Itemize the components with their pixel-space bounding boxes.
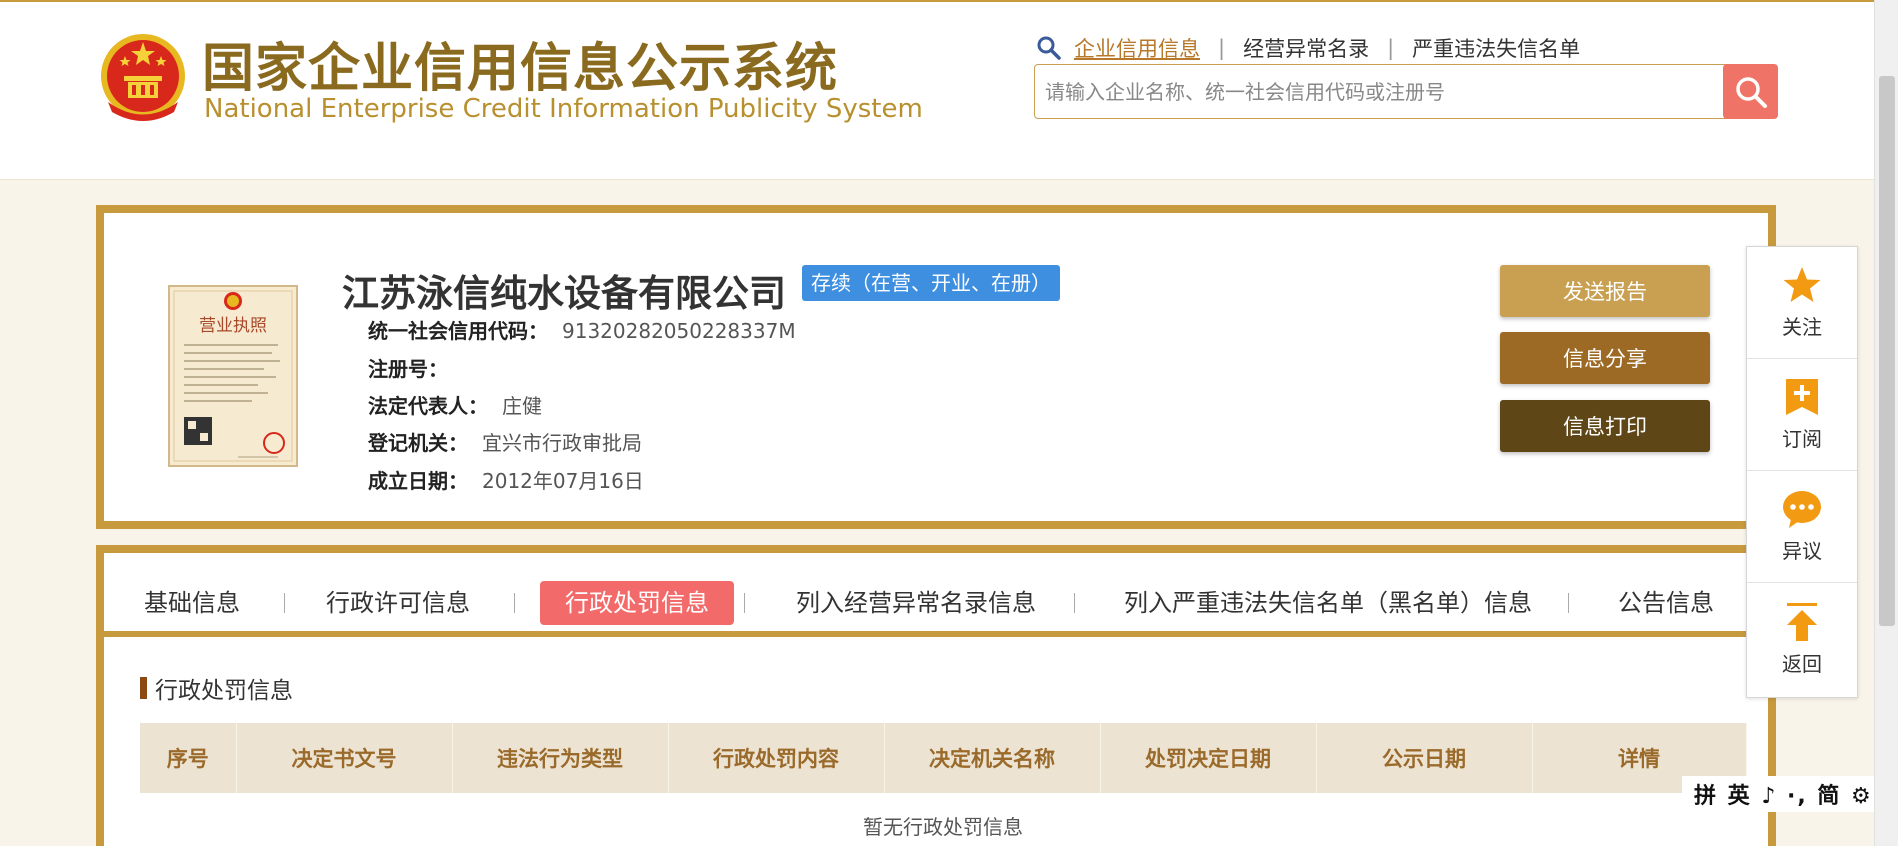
status-badge: 存续（在营、开业、在册） — [802, 265, 1060, 301]
side-item-label: 订阅 — [1782, 427, 1822, 451]
empty-table-message: 暂无行政处罚信息 — [140, 793, 1746, 846]
info-row-reg-no: 注册号： — [368, 353, 462, 382]
tab-announcements[interactable]: 公告信息 — [1618, 581, 1714, 625]
penalty-table: 序号 决定书文号 违法行为类型 行政处罚内容 决定机关名称 处罚决定日期 公示日… — [140, 723, 1747, 846]
floating-side-panel: 关注 订阅 异议 返回 — [1746, 246, 1858, 698]
ime-toolbar[interactable]: 拼 英 ♪ ·, 简 ⚙ ㄅ — [1682, 776, 1874, 812]
info-value: 2012年07月16日 — [482, 469, 644, 493]
follow-button[interactable]: 关注 — [1747, 247, 1857, 359]
search-input[interactable] — [1045, 75, 1685, 108]
print-info-button[interactable]: 信息打印 — [1500, 400, 1710, 452]
site-title-cn: 国家企业信用信息公示系统 — [202, 39, 839, 99]
detail-tabs-card: 基础信息 行政许可信息 行政处罚信息 列入经营异常名录信息 列入严重违法失信名单… — [96, 545, 1776, 846]
business-license-image[interactable]: 营业执照 — [168, 285, 298, 467]
info-label: 统一社会信用代码： — [368, 319, 548, 343]
column-header: 公示日期 — [1316, 723, 1533, 793]
top-nav: 企业信用信息 | 经营异常名录 | 严重违法失信名单 — [1036, 34, 1580, 62]
magnifier-icon — [1036, 35, 1062, 61]
tab-bar: 基础信息 行政许可信息 行政处罚信息 列入经营异常名录信息 列入严重违法失信名单… — [104, 553, 1768, 637]
back-to-top-button[interactable]: 返回 — [1747, 583, 1857, 695]
section-title-text: 行政处罚信息 — [155, 678, 293, 704]
send-report-button[interactable]: 发送报告 — [1500, 265, 1710, 317]
info-label: 法定代表人： — [368, 394, 488, 418]
tab-divider — [744, 593, 745, 613]
site-title-en: National Enterprise Credit Information P… — [204, 94, 923, 124]
column-header: 行政处罚内容 — [668, 723, 885, 793]
tab-divider — [284, 593, 285, 613]
search-box — [1034, 64, 1778, 119]
info-value: 91320282050228337M — [562, 319, 796, 343]
tab-admin-penalty[interactable]: 行政处罚信息 — [540, 581, 734, 625]
column-header: 决定书文号 — [236, 723, 453, 793]
chat-bubble-icon — [1783, 491, 1821, 528]
back-to-top-icon — [1787, 602, 1817, 641]
search-icon — [1735, 76, 1767, 108]
table-header-row: 序号 决定书文号 违法行为类型 行政处罚内容 决定机关名称 处罚决定日期 公示日… — [140, 723, 1747, 793]
share-info-button[interactable]: 信息分享 — [1500, 332, 1710, 384]
tab-divider — [1568, 593, 1569, 613]
tab-basic-info[interactable]: 基础信息 — [144, 581, 240, 625]
page-scrollbar[interactable] — [1874, 0, 1898, 846]
info-label: 登记机关： — [368, 431, 468, 455]
tab-blacklist[interactable]: 列入严重违法失信名单（黑名单）信息 — [1124, 581, 1532, 625]
info-row-reg-authority: 登记机关： 宜兴市行政审批局 — [368, 427, 642, 456]
subscribe-button[interactable]: 订阅 — [1747, 359, 1857, 471]
column-header: 处罚决定日期 — [1100, 723, 1317, 793]
national-emblem-logo — [98, 32, 188, 124]
search-button[interactable] — [1723, 64, 1778, 119]
column-header: 违法行为类型 — [452, 723, 669, 793]
info-value: 宜兴市行政审批局 — [482, 431, 642, 455]
section-title-marker — [140, 677, 147, 699]
info-row-credit-code: 统一社会信用代码： 91320282050228337M — [368, 315, 796, 344]
bookmark-plus-icon — [1786, 379, 1818, 415]
info-row-legal-rep: 法定代表人： 庄健 — [368, 390, 542, 419]
nav-divider: | — [1218, 36, 1226, 60]
star-icon — [1783, 267, 1821, 302]
tab-abnormal-list[interactable]: 列入经营异常名录信息 — [796, 581, 1036, 625]
objection-button[interactable]: 异议 — [1747, 471, 1857, 583]
scrollbar-thumb[interactable] — [1879, 76, 1895, 626]
column-header: 决定机关名称 — [884, 723, 1101, 793]
nav-link-blacklist[interactable]: 严重违法失信名单 — [1412, 33, 1580, 63]
info-row-founded: 成立日期： 2012年07月16日 — [368, 465, 644, 494]
company-name: 江苏泳信纯水设备有限公司 — [342, 272, 786, 315]
info-value: 庄健 — [502, 394, 542, 418]
site-header: 国家企业信用信息公示系统 National Enterprise Credit … — [0, 2, 1874, 180]
side-item-label: 返回 — [1782, 651, 1822, 676]
tab-divider — [1074, 593, 1075, 613]
company-summary-card: 营业执照 江苏泳信纯水设备有限公司 存续（在营、开业、在册） 统一社会信用代码：… — [96, 205, 1776, 529]
section-title: 行政处罚信息 — [140, 671, 293, 705]
side-item-label: 异议 — [1782, 539, 1822, 563]
column-header: 序号 — [140, 723, 237, 793]
nav-link-abnormal-list[interactable]: 经营异常名录 — [1243, 33, 1369, 63]
tab-admin-license[interactable]: 行政许可信息 — [326, 581, 470, 625]
svg-text:营业执照: 营业执照 — [199, 316, 267, 336]
side-item-label: 关注 — [1782, 315, 1822, 339]
nav-link-credit-info[interactable]: 企业信用信息 — [1074, 33, 1200, 63]
nav-divider: | — [1387, 36, 1395, 60]
table-row: 暂无行政处罚信息 — [140, 793, 1746, 846]
tab-divider — [514, 593, 515, 613]
info-label: 注册号： — [368, 357, 448, 381]
info-label: 成立日期： — [368, 469, 468, 493]
